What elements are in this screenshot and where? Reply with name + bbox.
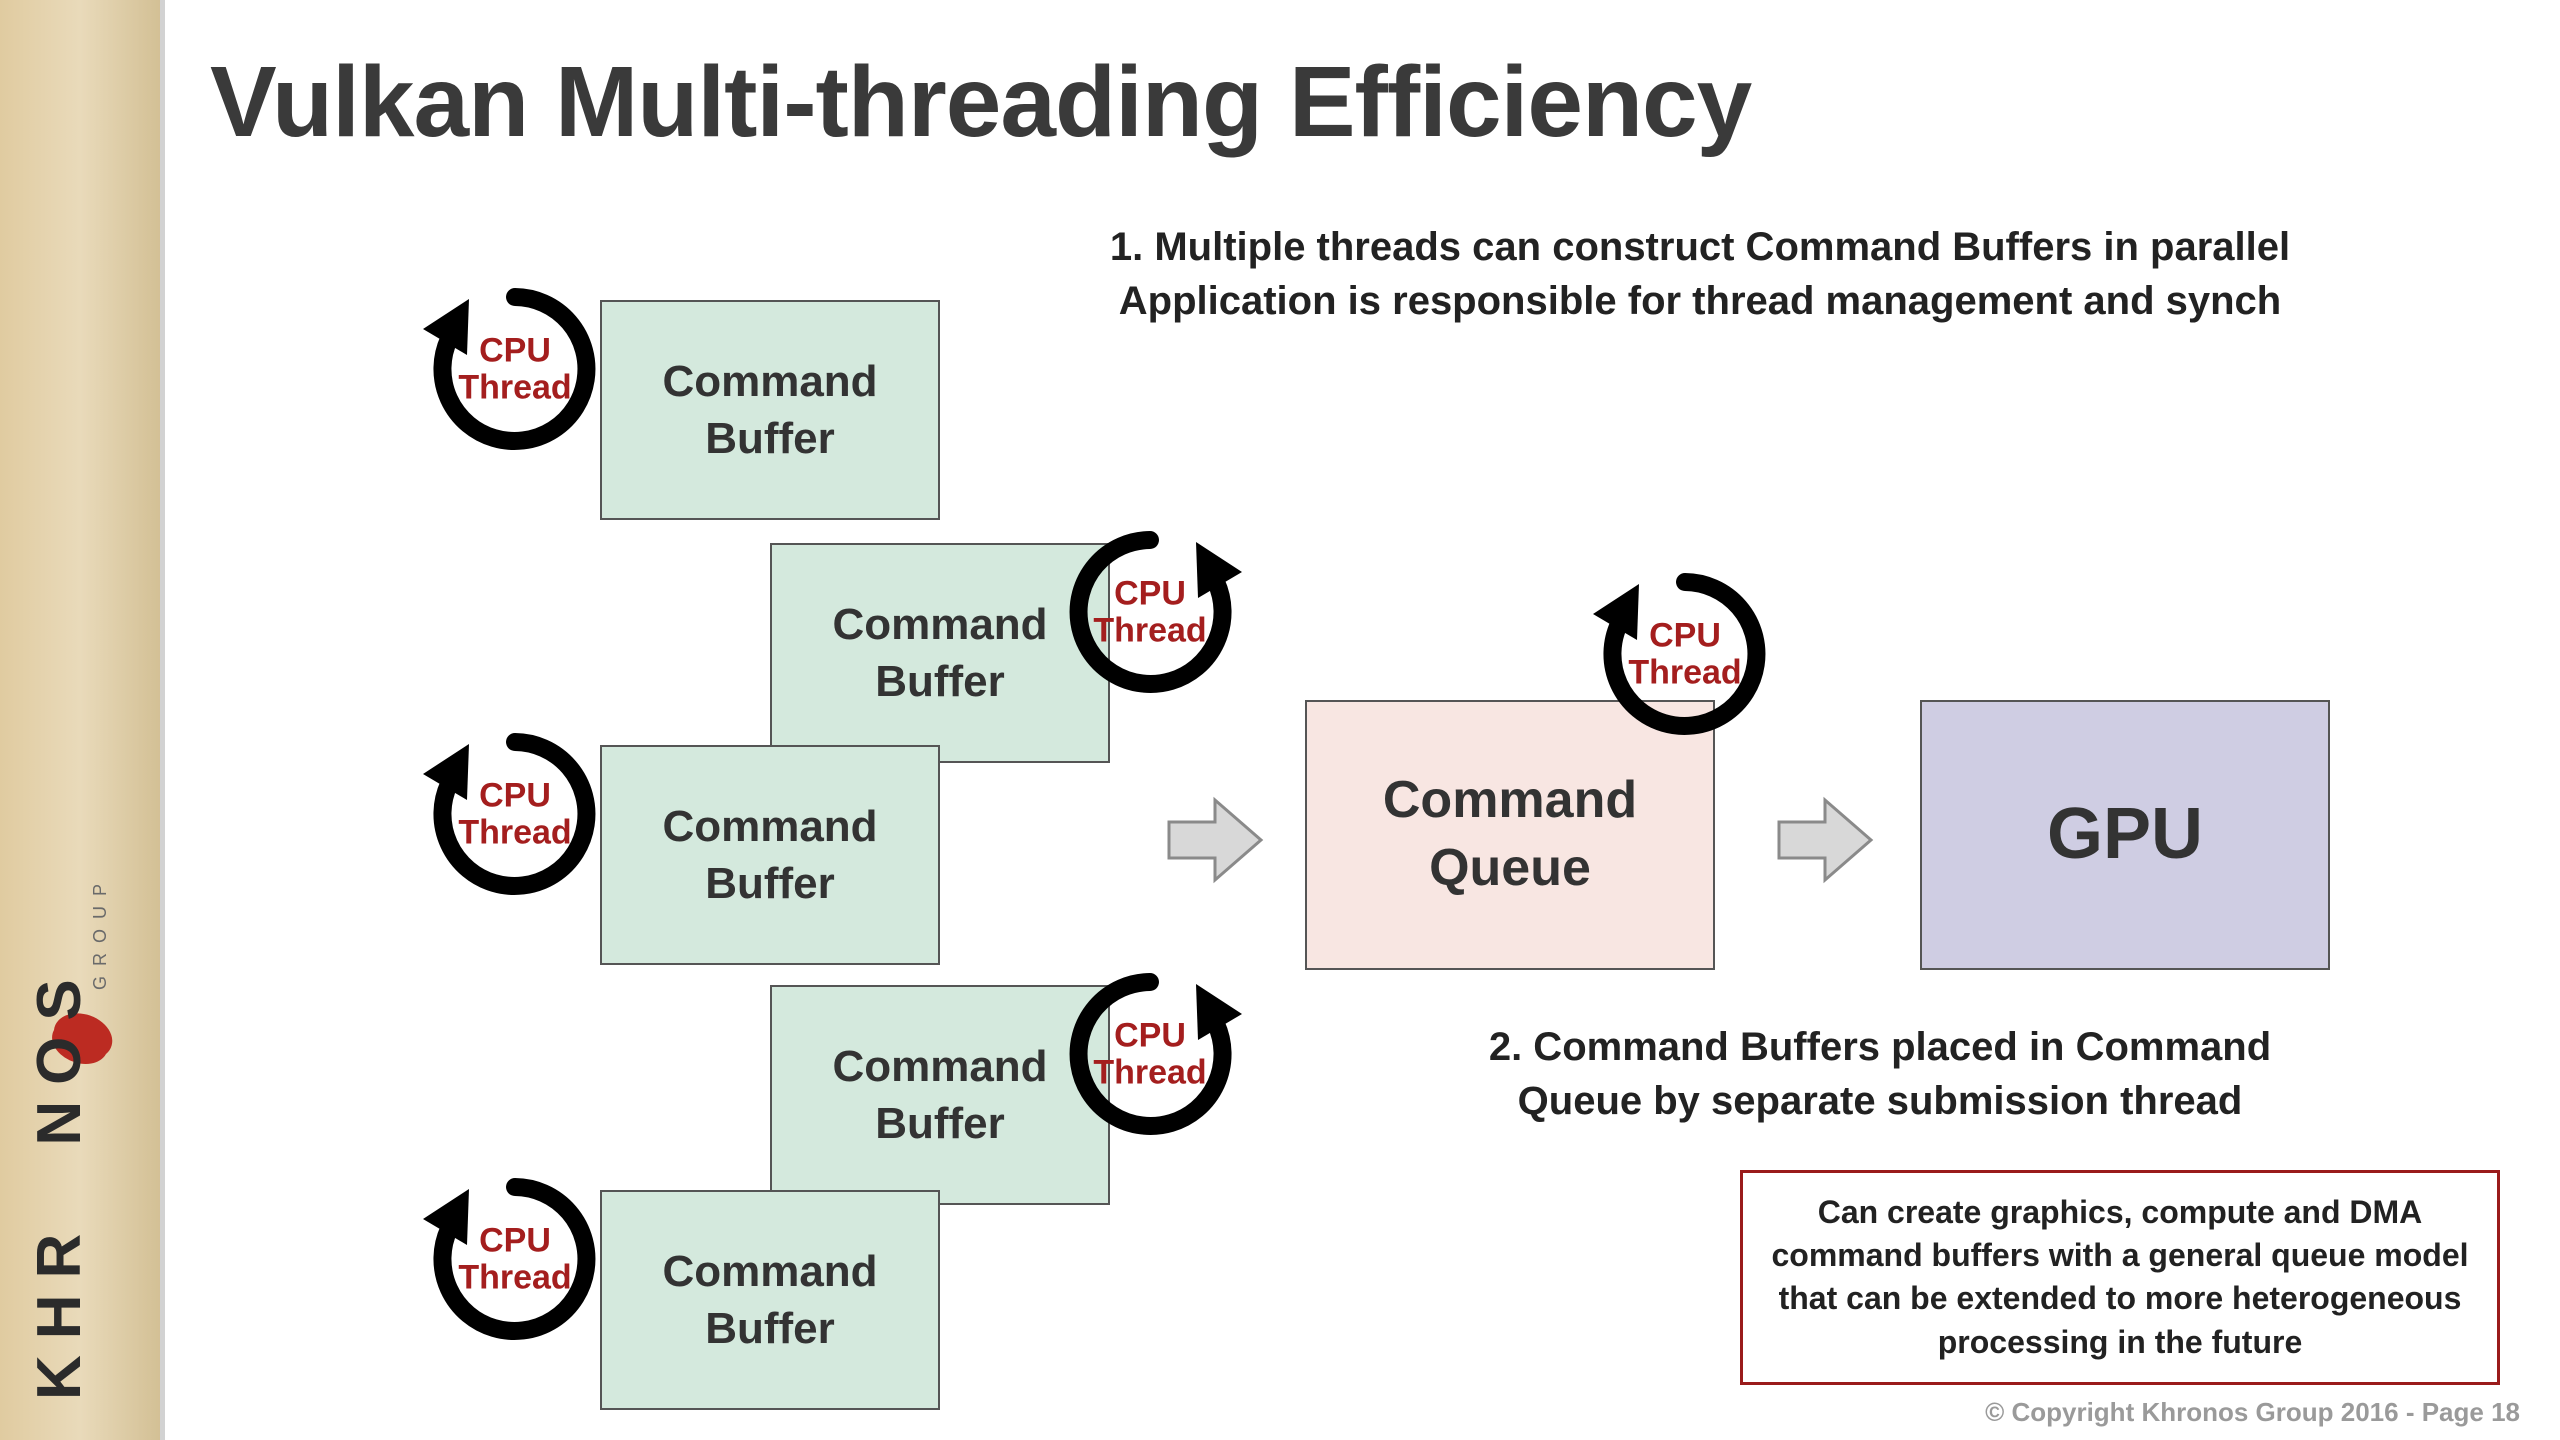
annotation-2-line-1: 2. Command Buffers placed in Command: [1489, 1025, 2271, 1069]
cpu-thread-label: CPUThread: [458, 778, 571, 853]
footnote-callout: Can create graphics, compute and DMA com…: [1740, 1170, 2500, 1385]
command-buffer-box: CommandBuffer: [600, 745, 940, 965]
cpu-thread-label: CPUThread: [458, 333, 571, 408]
flow-arrow-icon: [1165, 790, 1265, 890]
cpu-thread-label: CPUThread: [1093, 576, 1206, 651]
logo-sub-text: GROUP: [90, 874, 110, 990]
flow-arrow-icon: [1775, 790, 1875, 890]
khronos-logo: KHRNOS ™ GROUP: [12, 860, 148, 1420]
command-buffer-box: CommandBuffer: [600, 300, 940, 520]
gpu-box: GPU: [1920, 700, 2330, 970]
cpu-thread-icon: CPUThread: [415, 720, 615, 910]
cpu-thread-icon: CPUThread: [1585, 560, 1785, 750]
cpu-thread-label: CPUThread: [1628, 618, 1741, 693]
slide-title: Vulkan Multi-threading Efficiency: [210, 45, 1751, 160]
slide: KHRNOS ™ GROUP Vulkan Multi-threading Ef…: [0, 0, 2560, 1440]
command-buffer-box: CommandBuffer: [600, 1190, 940, 1410]
left-decorative-bar-edge: [160, 0, 165, 1440]
khronos-logo-svg: KHRNOS ™ GROUP: [12, 860, 148, 1420]
cpu-thread-icon: CPUThread: [415, 1165, 615, 1355]
annotation-2-line-2: Queue by separate submission thread: [1518, 1079, 2243, 1123]
copyright-text: © Copyright Khronos Group 2016 - Page 18: [1985, 1397, 2520, 1428]
annotation-1: 1. Multiple threads can construct Comman…: [1000, 220, 2400, 328]
cpu-thread-label: CPUThread: [1093, 1018, 1206, 1093]
cpu-thread-icon: CPUThread: [1050, 518, 1250, 708]
cpu-thread-icon: CPUThread: [415, 275, 615, 465]
logo-main-text: KHRNOS: [25, 963, 94, 1400]
annotation-1-line-2: Application is responsible for thread ma…: [1119, 279, 2281, 323]
annotation-2: 2. Command Buffers placed in Command Que…: [1400, 1020, 2360, 1128]
cpu-thread-label: CPUThread: [458, 1223, 571, 1298]
annotation-1-line-1: 1. Multiple threads can construct Comman…: [1110, 225, 2290, 269]
cpu-thread-icon: CPUThread: [1050, 960, 1250, 1150]
